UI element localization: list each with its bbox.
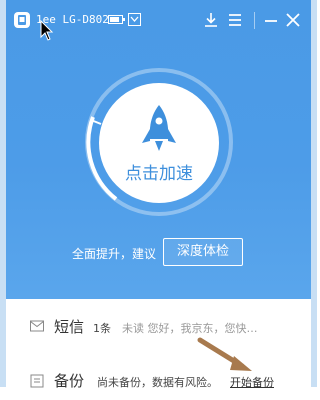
sms-count: 1条: [93, 322, 111, 335]
phone-app-icon: [14, 12, 30, 28]
boost-button[interactable]: 点击加速: [99, 83, 219, 203]
sms-preview: 未读 您好，我京东，您快…: [122, 322, 258, 335]
mouse-cursor-icon: [40, 20, 54, 41]
close-icon[interactable]: [284, 11, 302, 29]
chevron-down-icon[interactable]: [128, 13, 141, 26]
boost-label: 点击加速: [125, 164, 193, 184]
info-panel: 短信 1条 未读 您好，我京东，您快… 备份 尚未备份，数据有风险。 开始备份: [6, 299, 311, 390]
sms-row[interactable]: 短信 1条 未读 您好，我京东，您快…: [6, 306, 311, 346]
deep-check-button[interactable]: 深度体检: [163, 238, 243, 266]
minimize-icon[interactable]: [262, 11, 280, 29]
title-bar: 1ee LG-D802: [0, 0, 317, 41]
envelope-icon: [30, 320, 44, 332]
backup-status: 尚未备份，数据有风险。: [97, 376, 218, 389]
annotation-arrow: [197, 337, 252, 371]
menu-icon[interactable]: [226, 11, 244, 29]
start-backup-link[interactable]: 开始备份: [230, 374, 274, 390]
main-panel: 1ee LG-D802 点击加速 全面提升，建议 深度体检: [0, 0, 317, 299]
backup-title: 备份: [54, 372, 85, 390]
hint-text: 全面提升，建议: [72, 247, 157, 261]
rocket-icon: [142, 105, 176, 151]
window-right-border: [311, 0, 317, 387]
backup-row: 备份 尚未备份，数据有风险。 开始备份: [6, 360, 311, 400]
title-separator: [254, 12, 255, 29]
sms-title: 短信: [54, 318, 85, 336]
download-icon[interactable]: [202, 11, 220, 29]
backup-icon: [30, 374, 44, 388]
battery-icon: [108, 15, 125, 24]
